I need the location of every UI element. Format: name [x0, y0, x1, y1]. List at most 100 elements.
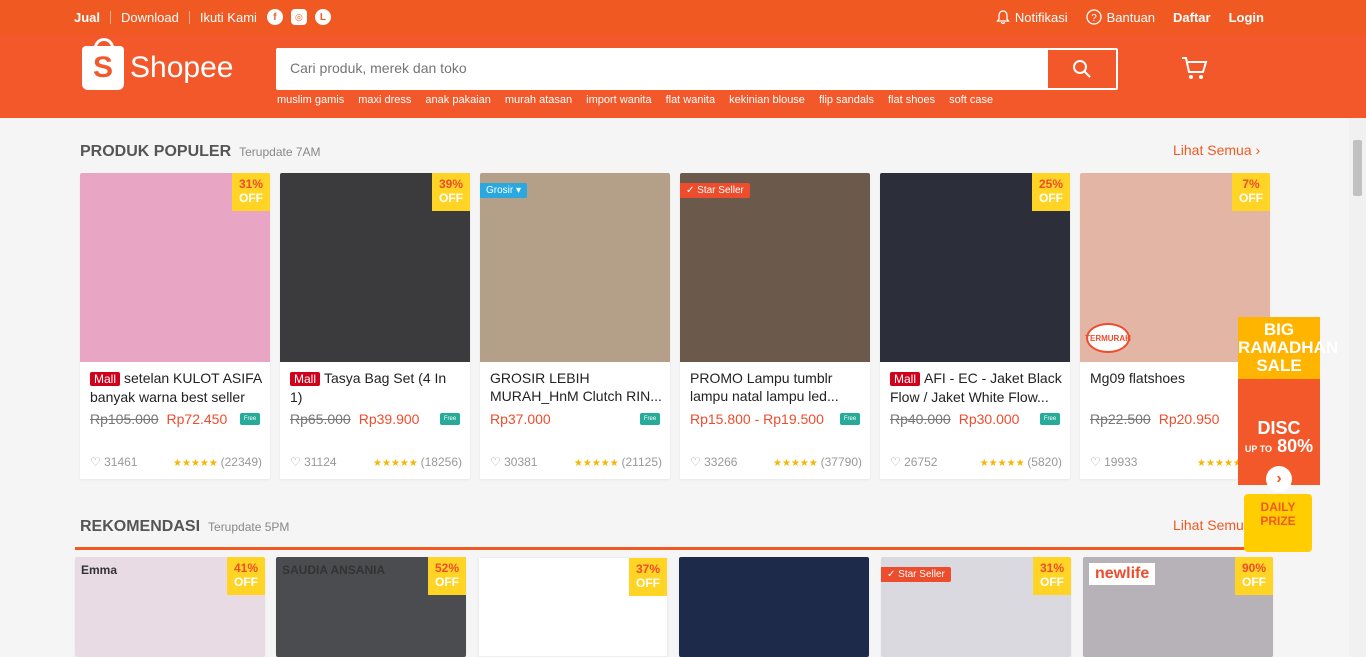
product-stats: ♡ 31461 ★★★★★ (22349) — [90, 455, 262, 469]
discount-percent: 52% — [434, 561, 460, 575]
product-name[interactable]: Mall AFI - EC - Jaket Black Flow / Jaket … — [890, 369, 1062, 405]
like-count: 30381 — [504, 455, 538, 469]
free-shipping-icon: Free — [240, 413, 260, 425]
search-hint-link[interactable]: kekinian blouse — [729, 94, 805, 106]
download-link[interactable]: Download — [121, 10, 179, 25]
shopee-bag-icon: S — [82, 38, 124, 90]
top-bar-right: Notifikasi ? Bantuan Daftar Login — [996, 9, 1264, 25]
ramadhan-promo-banner[interactable]: BIG RAMADHAN SALE DISC UP TO 80% › — [1238, 317, 1338, 492]
svg-text:?: ? — [1091, 13, 1097, 24]
product-image[interactable]: Emma 41% OFF — [75, 557, 265, 657]
search-hint-link[interactable]: flip sandals — [819, 94, 874, 106]
product-card[interactable] — [679, 557, 869, 657]
search-hint-link[interactable]: flat shoes — [888, 94, 935, 106]
search-hint-link[interactable]: murah atasan — [505, 94, 572, 106]
populer-see-all[interactable]: Lihat Semua › — [1173, 142, 1260, 158]
likes[interactable]: ♡ 19933 — [1090, 455, 1137, 469]
product-card[interactable]: 25% OFF Mall AFI - EC - Jaket Black Flow / … — [880, 173, 1070, 479]
notifikasi-link[interactable]: Notifikasi — [996, 10, 1068, 25]
product-image[interactable]: 37% OFF — [478, 557, 668, 657]
product-card[interactable]: 31% OFF Mall setelan KULOT ASIFA banyak war… — [80, 173, 270, 479]
bell-icon — [996, 10, 1010, 24]
scrollbar-thumb[interactable] — [1353, 140, 1362, 196]
login-link[interactable]: Login — [1229, 10, 1264, 25]
original-price: Rp40.000 — [890, 411, 951, 427]
search-hint-link[interactable]: import wanita — [586, 94, 651, 106]
product-card[interactable]: ✓ Star Seller PROMO Lampu tumblr lampu na… — [680, 173, 870, 479]
mall-badge: Mall — [890, 372, 921, 386]
product-image[interactable]: Grosir ▾ — [480, 173, 670, 362]
discount-off: OFF — [239, 191, 263, 205]
search-hint-link[interactable]: muslim gamis — [277, 94, 344, 106]
likes[interactable]: ♡ 31461 — [90, 455, 137, 469]
discount-percent: 39% — [438, 177, 464, 191]
sale-price: Rp39.900 — [358, 411, 420, 427]
product-image[interactable]: newlife 90% OFF — [1083, 557, 1273, 657]
product-name[interactable]: PROMO Lampu tumblr lampu natal lampu led… — [690, 369, 862, 405]
review-count: (22349) — [220, 455, 262, 469]
product-card[interactable]: newlife 90% OFF — [1083, 557, 1273, 657]
search-hint-link[interactable]: flat wanita — [666, 94, 716, 106]
rekomendasi-see-all[interactable]: Lihat Semua — [1173, 517, 1252, 533]
product-name[interactable]: GROSIR LEBIH MURAH_HnM Clutch RIN... — [490, 369, 662, 405]
page-scrollbar[interactable] — [1349, 118, 1366, 657]
product-image[interactable]: 39% OFF — [280, 173, 470, 362]
likes[interactable]: ♡ 31124 — [290, 455, 337, 469]
star-rating-icon: ★★★★★ — [573, 458, 622, 469]
sale-price: Rp30.000 — [958, 411, 1020, 427]
search-input[interactable] — [290, 60, 1040, 76]
populer-updated: Terupdate 7AM — [239, 145, 321, 159]
bantuan-link[interactable]: ? Bantuan — [1085, 9, 1156, 25]
image-caption: newlife — [1089, 563, 1156, 585]
product-image[interactable]: 25% OFF — [880, 173, 1070, 362]
heart-icon: ♡ — [1090, 455, 1105, 469]
search-button[interactable] — [1048, 50, 1116, 88]
product-card[interactable]: Emma 41% OFF — [75, 557, 265, 657]
product-card[interactable]: 39% OFF Mall Tasya Bag Set (4 In 1) Rp65.000… — [280, 173, 470, 479]
product-name-text: Mg09 flatshoes — [1090, 370, 1185, 386]
product-name[interactable]: Mg09 flatshoes — [1090, 369, 1262, 387]
product-card[interactable]: ✓ Star Seller 31% OFF — [881, 557, 1071, 657]
search-hint-link[interactable]: anak pakaian — [425, 94, 490, 106]
product-image[interactable] — [679, 557, 869, 657]
likes[interactable]: ♡ 26752 — [890, 455, 937, 469]
seller-tag: ✓ Star Seller — [881, 567, 951, 582]
product-prices: Rp65.000 Rp39.900 — [290, 411, 419, 427]
product-card[interactable]: Grosir ▾ GROSIR LEBIH MURAH_HnM Clutch RI… — [480, 173, 670, 479]
product-stats: ♡ 31124 ★★★★★ (18256) — [290, 455, 462, 469]
line-icon[interactable]: L — [314, 9, 331, 25]
promo-disc: DISC UP TO 80% — [1238, 419, 1320, 458]
divider — [110, 10, 112, 24]
shopee-logo[interactable]: S Shopee — [82, 38, 233, 90]
review-count: (5820) — [1027, 455, 1062, 469]
likes[interactable]: ♡ 30381 — [490, 455, 537, 469]
discount-percent: 37% — [635, 562, 661, 576]
product-card[interactable]: 37% OFF — [478, 557, 668, 657]
product-image[interactable]: ✓ Star Seller — [680, 173, 870, 362]
search-hint-link[interactable]: soft case — [949, 94, 993, 106]
search-hint-link[interactable]: maxi dress — [358, 94, 411, 106]
sale-price: Rp20.950 — [1158, 411, 1220, 427]
jual-link[interactable]: Jual — [74, 10, 100, 25]
product-image[interactable]: SAUDIA ANSANIA 52% OFF — [276, 557, 466, 657]
product-image[interactable]: ✓ Star Seller 31% OFF — [881, 557, 1071, 657]
discount-percent: 41% — [233, 561, 259, 575]
star-rating-icon: ★★★★★ — [373, 458, 421, 469]
cart-button[interactable] — [1180, 54, 1208, 87]
instagram-icon[interactable]: ◎ — [290, 9, 307, 25]
product-name[interactable]: Mall setelan KULOT ASIFA banyak warna bes… — [90, 369, 262, 405]
populer-title: PRODUK POPULER Terupdate 7AM — [80, 143, 321, 161]
daily-prize-banner[interactable]: DAILY PRIZE — [1244, 494, 1312, 552]
product-name[interactable]: Mall Tasya Bag Set (4 In 1) — [290, 369, 462, 405]
facebook-icon[interactable]: f — [266, 9, 283, 25]
sale-price: Rp72.450 — [166, 411, 228, 427]
daftar-link[interactable]: Daftar — [1173, 10, 1211, 25]
product-image[interactable]: 31% OFF — [80, 173, 270, 362]
cart-icon — [1182, 57, 1208, 79]
discount-percent: 25% — [1038, 177, 1064, 191]
product-card[interactable]: SAUDIA ANSANIA 52% OFF — [276, 557, 466, 657]
top-bar-left: Jual Download Ikuti Kami f ◎ L — [74, 9, 331, 25]
likes[interactable]: ♡ 33266 — [690, 455, 737, 469]
bantuan-label: Bantuan — [1106, 9, 1156, 25]
discount-badge: 39% OFF — [432, 173, 470, 211]
